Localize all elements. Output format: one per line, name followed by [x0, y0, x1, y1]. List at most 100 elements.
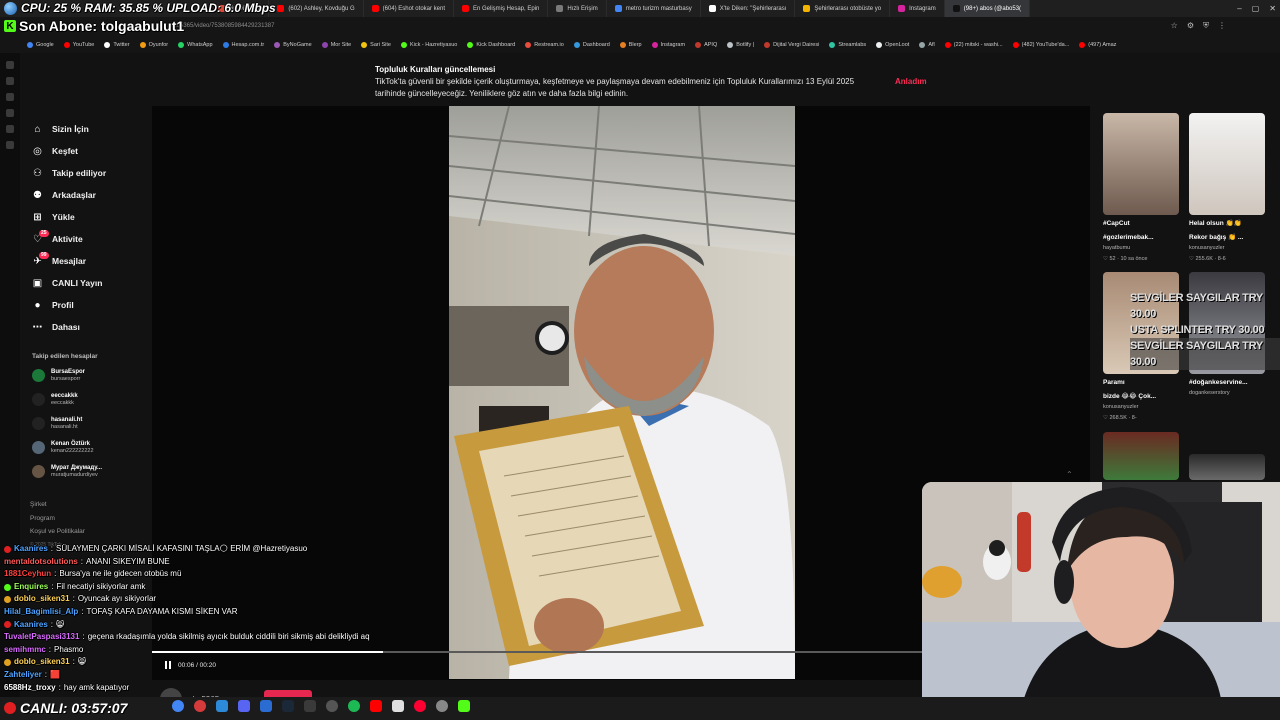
bookmark-item[interactable]: Sari Site	[356, 42, 396, 48]
video-card[interactable]: Helal olsun 👏👏 Rekor bağış 👏 ... konusanyu…	[1189, 113, 1265, 265]
chat-username[interactable]: 1881Ceyhun	[4, 568, 51, 581]
sidebar-item-upload[interactable]: ⊞ Yükle	[24, 206, 150, 228]
kick-app-icon[interactable]	[458, 700, 470, 712]
bookmark-item[interactable]: WhatsApp	[173, 42, 217, 48]
rail-icon[interactable]	[6, 77, 14, 85]
browser-tab[interactable]: X'te Diken: "Şehirlerarası	[701, 0, 796, 17]
footer-link[interactable]: Program	[30, 515, 55, 522]
chat-username[interactable]: 6588Hz_troxy	[4, 682, 56, 695]
extension-icon[interactable]: ⚙	[1187, 21, 1194, 31]
avatar[interactable]	[32, 441, 45, 454]
browser-tab[interactable]: (604) Eshot otokar kent	[364, 0, 454, 17]
sidebar-item-messages[interactable]: ✈ 99 Mesajlar	[24, 250, 150, 272]
footer-link[interactable]: Şirket	[30, 501, 47, 508]
opera-icon[interactable]	[194, 700, 206, 712]
browser-tab[interactable]: metro turizm masturbasy	[607, 0, 701, 17]
maximize-icon[interactable]: ▢	[1252, 4, 1260, 13]
rail-icon[interactable]	[6, 93, 14, 101]
video-author[interactable]: hayatbumu	[1103, 243, 1179, 254]
sidebar-item-friends[interactable]: ⚉ Arkadaşlar	[24, 184, 150, 206]
chat-username[interactable]: Kaanires	[14, 543, 48, 556]
followed-account[interactable]: hasanali.ht hasanali.ht	[32, 416, 142, 431]
followed-account[interactable]: Kenan Öztürk kenan222222222	[32, 440, 142, 455]
video-player[interactable]	[449, 106, 795, 679]
minimize-icon[interactable]: –	[1237, 4, 1241, 13]
avatar[interactable]	[32, 393, 45, 406]
bookmark-item[interactable]: Hesap.com.tr	[218, 42, 270, 48]
chat-username[interactable]: Kaanires	[14, 619, 48, 632]
chat-username[interactable]: semihmmc	[4, 644, 46, 657]
avatar[interactable]	[32, 369, 45, 382]
banner-dismiss-button[interactable]: Anladım	[895, 76, 927, 88]
settings-icon[interactable]	[436, 700, 448, 712]
avatar[interactable]	[32, 465, 45, 478]
followed-account[interactable]: Мурат Джумаду... muratjumadurdiyev	[32, 464, 142, 479]
bookmark-item[interactable]: Botlify |	[722, 42, 759, 48]
video-author[interactable]: dogankeserstory	[1189, 388, 1265, 399]
followed-account[interactable]: BursaEspor bursaesporr	[32, 368, 142, 383]
video-card[interactable]	[1103, 432, 1179, 480]
bookmark-item[interactable]: Mor Site	[317, 42, 356, 48]
youtube-music-icon[interactable]	[414, 700, 426, 712]
browser-tab[interactable]: En Gelişmiş Hesap, Epin	[454, 0, 549, 17]
chat-username[interactable]: Zahteliyer	[4, 669, 42, 682]
browser-tab[interactable]: (98+) abos (@abo53(	[944, 0, 1031, 17]
menu-icon[interactable]: ⋮	[1218, 21, 1226, 31]
rail-icon[interactable]	[6, 61, 14, 69]
bookmark-item[interactable]: Blerp	[615, 42, 647, 48]
bookmark-item[interactable]: Dijital Vergi Dairesi	[759, 42, 824, 48]
bookmark-item[interactable]: Instagram	[647, 42, 690, 48]
avatar[interactable]	[32, 417, 45, 430]
video-card[interactable]: #CapCut #gozlerimebak... hayatbumu ♡ 52 · 1…	[1103, 113, 1179, 265]
chevron-up-icon[interactable]: ⌃	[1066, 470, 1073, 479]
video-thumbnail[interactable]	[1103, 113, 1179, 215]
bookmark-item[interactable]: YouTube	[59, 42, 100, 48]
rail-icon[interactable]	[6, 141, 14, 149]
video-card[interactable]	[1189, 454, 1265, 480]
spotify-icon[interactable]	[348, 700, 360, 712]
chat-username[interactable]: Hilal_Bagimlisi_Alp	[4, 606, 78, 619]
bookmark-item[interactable]: (482) YouTube'da...	[1008, 42, 1075, 48]
rail-icon[interactable]	[6, 125, 14, 133]
bookmark-item[interactable]: Twitter	[99, 42, 134, 48]
browser-tab[interactable]: (602) Ashley, Kovduğu G	[269, 0, 364, 17]
sidebar-item-profile[interactable]: ● Profil	[24, 294, 150, 316]
chat-username[interactable]: doblo_siken31	[14, 593, 70, 606]
bookmark-item[interactable]: Kick Dashboard	[462, 42, 520, 48]
sidebar-item-compass[interactable]: ◎ Keşfet	[24, 140, 150, 162]
bookmark-item[interactable]: Google	[22, 42, 59, 48]
video-author[interactable]: konusanyuzler	[1189, 243, 1265, 254]
bookmark-item[interactable]: ByNoGame	[269, 42, 316, 48]
youtube-icon[interactable]	[370, 700, 382, 712]
rail-icon[interactable]	[6, 109, 14, 117]
chat-username[interactable]: Enquires	[14, 581, 48, 594]
bookmark-item[interactable]: Oyunfor	[135, 42, 174, 48]
chat-username[interactable]: mentaldotsolutions	[4, 556, 78, 569]
video-thumbnail[interactable]	[1189, 454, 1265, 480]
video-author[interactable]: konusanyuzler	[1103, 402, 1179, 413]
word-icon[interactable]	[260, 700, 272, 712]
sidebar-item-more[interactable]: ⋯ Dahası	[24, 316, 150, 338]
browser-tab[interactable]: Instagram	[890, 0, 945, 17]
sidebar-item-activity[interactable]: ♡ 25 Aktivite	[24, 228, 150, 250]
bookmark-item[interactable]: OpenLoot	[871, 42, 914, 48]
chat-username[interactable]: doblo_siken31	[14, 656, 70, 669]
bookmark-star-icon[interactable]: ☆	[1171, 21, 1178, 31]
bookmark-item[interactable]: APIQ	[690, 42, 722, 48]
steam-icon[interactable]	[282, 700, 294, 712]
sidebar-item-live[interactable]: ▣ CANLI Yayın	[24, 272, 150, 294]
footer-link[interactable]: Koşul ve Politikalar	[30, 528, 85, 535]
obs-icon[interactable]	[326, 700, 338, 712]
app-icon[interactable]	[392, 700, 404, 712]
bookmark-item[interactable]: Streamlabs	[824, 42, 871, 48]
explorer-icon[interactable]	[216, 700, 228, 712]
browser-tab[interactable]: Hızlı Erişim	[548, 0, 607, 17]
shield-icon[interactable]: ⛨	[1203, 21, 1209, 31]
discord-icon[interactable]	[238, 700, 250, 712]
bookmark-item[interactable]: (22) mitski - washi...	[940, 42, 1008, 48]
bookmark-item[interactable]: Afl	[914, 42, 939, 48]
close-icon[interactable]: ✕	[1269, 4, 1276, 13]
bookmark-item[interactable]: Dashboard	[569, 42, 615, 48]
bookmark-item[interactable]: Kick - Hazretiyasuo	[396, 42, 462, 48]
followed-account[interactable]: eeccakkk eeccakkk	[32, 392, 142, 407]
